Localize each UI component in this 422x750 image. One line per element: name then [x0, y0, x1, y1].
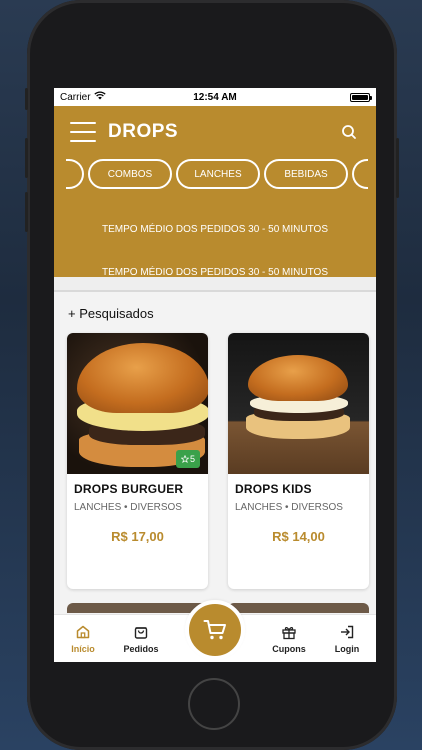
carrier-info: Carrier: [60, 91, 106, 103]
power-button: [396, 138, 399, 198]
product-name: DROPS BURGUER: [74, 482, 184, 496]
tab-home-label: Início: [71, 643, 95, 654]
product-image: 5: [67, 333, 208, 474]
mute-switch: [25, 88, 28, 110]
category-chip-lanches[interactable]: LANCHES: [176, 159, 260, 189]
rating-value: 5: [189, 454, 195, 464]
bag-icon: [134, 626, 148, 639]
brand-title: DROPS: [108, 121, 179, 142]
top-bar: DROPS: [54, 106, 376, 158]
tab-login[interactable]: Login: [318, 624, 376, 654]
category-chips: COMBOS LANCHES BEBIDAS: [66, 159, 376, 189]
app-header: DROPS COMBOS LANCHES BEBIDAS TEMPO MÉDIO…: [54, 106, 376, 278]
product-card[interactable]: DROPS KIDS LANCHES • DIVERSOS R$ 14,00: [228, 333, 369, 589]
tab-login-label: Login: [334, 643, 360, 654]
app-screen: Carrier 12:54 AM DROPS COMBOS LANCHES BE…: [54, 88, 376, 662]
cart-button[interactable]: [185, 600, 245, 660]
category-chip-partial[interactable]: [66, 159, 84, 189]
product-price: R$ 17,00: [111, 529, 164, 544]
product-category: LANCHES • DIVERSOS: [74, 502, 182, 513]
product-image: [228, 333, 369, 474]
volume-up-button: [25, 138, 28, 178]
cart-icon: [203, 620, 226, 640]
tab-orders[interactable]: Pedidos: [112, 624, 170, 654]
header-divider: [54, 277, 376, 292]
device-home-button[interactable]: [188, 678, 240, 730]
search-icon[interactable]: [338, 121, 360, 143]
wait-time-banner: TEMPO MÉDIO DOS PEDIDOS 30 - 50 MINUTOS: [102, 224, 328, 235]
tab-coupons-label: Cupons: [272, 643, 306, 654]
menu-icon[interactable]: [70, 122, 96, 142]
carrier-label: Carrier: [60, 91, 91, 103]
wifi-icon: [93, 91, 106, 103]
star-icon: [180, 455, 189, 463]
wait-time-banner: TEMPO MÉDIO DOS PEDIDOS 30 - 50 MINUTOS: [102, 267, 328, 278]
home-icon: [76, 625, 90, 638]
status-bar: Carrier 12:54 AM: [54, 88, 376, 106]
battery-icon: [350, 92, 372, 102]
rating-badge: 5: [176, 450, 200, 468]
product-category: LANCHES • DIVERSOS: [235, 502, 343, 513]
product-price: R$ 14,00: [272, 529, 325, 544]
tab-home[interactable]: Início: [54, 624, 112, 654]
category-chip-partial[interactable]: [352, 159, 368, 189]
section-title: + Pesquisados: [68, 306, 154, 321]
tab-orders-label: Pedidos: [123, 643, 159, 654]
product-name: DROPS KIDS: [235, 482, 312, 496]
product-list: 5 DROPS BURGUER LANCHES • DIVERSOS R$ 17…: [67, 333, 376, 589]
login-icon: [341, 625, 354, 638]
category-chip-bebidas[interactable]: BEBIDAS: [264, 159, 348, 189]
tab-coupons[interactable]: Cupons: [260, 624, 318, 654]
volume-down-button: [25, 192, 28, 232]
category-chip-combos[interactable]: COMBOS: [88, 159, 172, 189]
gift-icon: [282, 626, 296, 639]
product-card[interactable]: 5 DROPS BURGUER LANCHES • DIVERSOS R$ 17…: [67, 333, 208, 589]
